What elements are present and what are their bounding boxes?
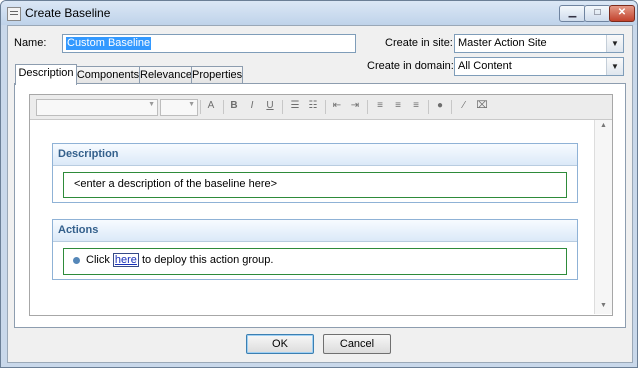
toolbar-divider [451, 100, 452, 114]
font-family-select[interactable]: ▼ [36, 99, 158, 116]
minimize-button[interactable]: ▁ [559, 5, 586, 22]
domain-select[interactable]: All Content ▼ [454, 57, 624, 76]
editor-toolbar: ▼ ▼ A B I U ☰ ☷ ⇤ ⇥ ≡ ≡ ≡ ● ⁄ ⌧ [30, 95, 612, 120]
site-select[interactable]: Master Action Site ▼ [454, 34, 624, 53]
align-right-icon[interactable]: ≡ [410, 100, 422, 112]
actions-section-header: Actions [53, 220, 577, 242]
chevron-down-icon[interactable]: ▼ [606, 35, 623, 52]
italic-icon[interactable]: I [246, 100, 258, 112]
tab-relevance[interactable]: Relevance [139, 66, 193, 84]
insert-html-icon[interactable]: ⁄ [458, 100, 470, 112]
description-section: Description <enter a description of the … [52, 143, 578, 203]
maximize-icon: □ [594, 7, 601, 18]
window-title: Create Baseline [25, 6, 111, 20]
underline-icon[interactable]: U [264, 100, 276, 112]
toolbar-divider [325, 100, 326, 114]
domain-label: Create in domain: [367, 60, 454, 72]
toolbar-divider [200, 100, 201, 114]
scroll-down-icon[interactable]: ▼ [595, 302, 612, 309]
bold-icon[interactable]: B [228, 100, 240, 112]
toolbar-divider [367, 100, 368, 114]
cancel-button[interactable]: Cancel [323, 334, 391, 354]
remove-format-icon[interactable]: ⌧ [476, 100, 488, 112]
chevron-down-icon: ▼ [188, 101, 195, 108]
align-left-icon[interactable]: ≡ [374, 100, 386, 112]
close-icon: ✕ [617, 7, 627, 18]
minimize-icon: ▁ [568, 7, 577, 18]
action-prefix: Click [86, 254, 113, 266]
action-text: Click here to deploy this action group. [86, 253, 274, 267]
maximize-button[interactable]: □ [584, 5, 611, 22]
toolbar-divider [428, 100, 429, 114]
outdent-icon[interactable]: ⇤ [331, 100, 343, 112]
ok-button[interactable]: OK [246, 334, 314, 354]
close-button[interactable]: ✕ [609, 5, 635, 22]
site-label: Create in site: [385, 37, 453, 49]
rich-text-editor[interactable]: ▼ ▼ A B I U ☰ ☷ ⇤ ⇥ ≡ ≡ ≡ ● ⁄ ⌧ ▲ ▼ Desc… [29, 94, 613, 316]
description-tab-panel: ▼ ▼ A B I U ☰ ☷ ⇤ ⇥ ≡ ≡ ≡ ● ⁄ ⌧ ▲ ▼ Desc… [14, 83, 626, 328]
chevron-down-icon[interactable]: ▼ [606, 58, 623, 75]
scroll-up-icon[interactable]: ▲ [595, 122, 612, 129]
name-input[interactable]: Custom Baseline [62, 34, 356, 53]
indent-icon[interactable]: ⇥ [349, 100, 361, 112]
toolbar-divider [223, 100, 224, 114]
actions-section: Actions Click here to deploy this action… [52, 219, 578, 280]
bullet-icon [73, 257, 80, 264]
font-size-select[interactable]: ▼ [160, 99, 198, 116]
description-section-header: Description [53, 144, 577, 166]
ordered-list-icon[interactable]: ☰ [289, 100, 301, 112]
tab-description[interactable]: Description [15, 64, 77, 85]
name-input-value: Custom Baseline [66, 37, 152, 50]
title-bar[interactable]: Create Baseline ▁ □ ✕ [1, 1, 637, 25]
description-placeholder: <enter a description of the baseline her… [74, 178, 278, 190]
action-item: Click here to deploy this action group. [63, 248, 567, 275]
domain-select-value: All Content [458, 60, 512, 72]
font-size-icon[interactable]: A [205, 100, 217, 112]
editor-scrollbar[interactable]: ▲ ▼ [594, 120, 612, 314]
tab-components[interactable]: Components [75, 66, 141, 84]
unordered-list-icon[interactable]: ☷ [307, 100, 319, 112]
action-suffix: to deploy this action group. [138, 254, 274, 266]
name-label: Name: [14, 37, 47, 49]
dialog-body: Name: Custom Baseline Create in site: Ma… [7, 25, 633, 363]
toolbar-divider [282, 100, 283, 114]
insert-link-icon[interactable]: ● [434, 100, 446, 112]
tab-properties[interactable]: Properties [191, 66, 243, 84]
deploy-action-link[interactable]: here [112, 253, 139, 267]
window-app-icon [7, 7, 21, 21]
description-field[interactable]: <enter a description of the baseline her… [63, 172, 567, 198]
create-baseline-window: Create Baseline ▁ □ ✕ Name: Custom Basel… [0, 0, 638, 368]
align-center-icon[interactable]: ≡ [392, 100, 404, 112]
site-select-value: Master Action Site [458, 37, 547, 49]
chevron-down-icon: ▼ [148, 101, 155, 108]
